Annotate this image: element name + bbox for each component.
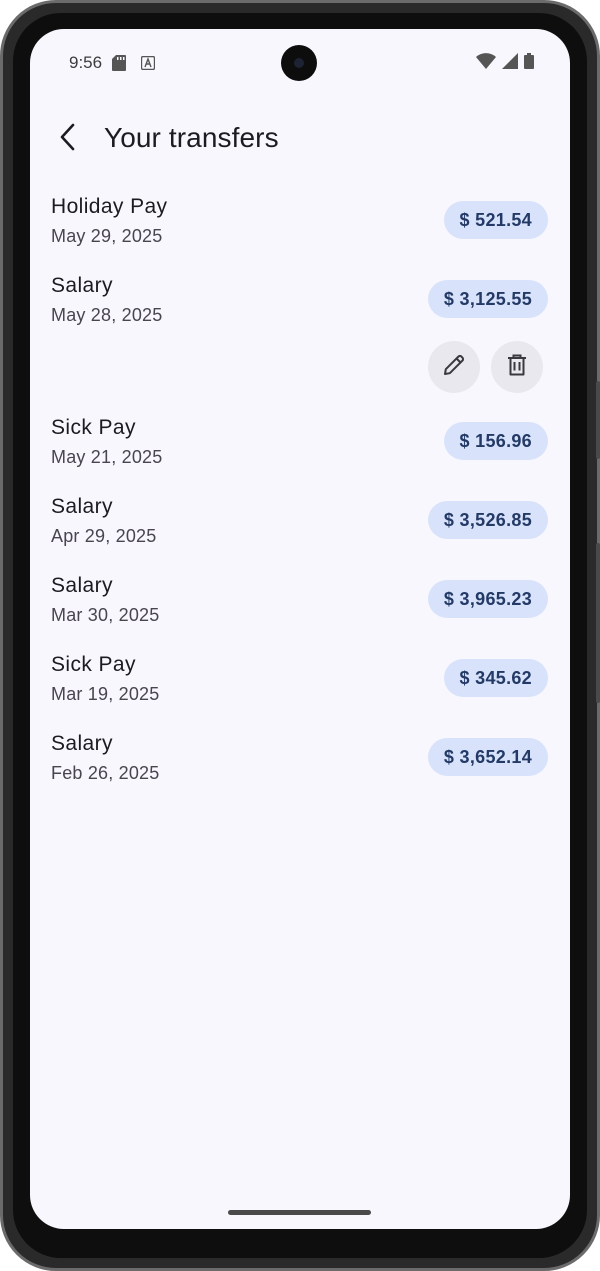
- transfer-amount-chip[interactable]: $ 3,125.55: [427, 280, 548, 318]
- pencil-icon: [441, 352, 467, 383]
- transfer-row[interactable]: Sick Pay May 21, 2025 $ 156.96: [30, 401, 570, 480]
- delete-button[interactable]: [491, 341, 543, 393]
- transfer-amount-chip[interactable]: $ 3,526.85: [427, 501, 548, 539]
- transfer-amount-chip[interactable]: $ 3,652.14: [427, 738, 548, 776]
- transfer-row[interactable]: Salary Feb 26, 2025 $ 3,652.14: [30, 717, 570, 796]
- signal-icon: [502, 52, 518, 74]
- wifi-icon: [476, 52, 496, 74]
- transfer-amount-chip[interactable]: $ 3,965.23: [427, 580, 548, 618]
- transfer-amount-chip[interactable]: $ 345.62: [443, 659, 548, 697]
- transfer-date: May 28, 2025: [51, 305, 163, 325]
- transfer-row[interactable]: Salary Mar 30, 2025 $ 3,965.23: [30, 559, 570, 638]
- transfer-date: May 21, 2025: [51, 447, 163, 467]
- front-camera: [281, 45, 317, 81]
- back-button[interactable]: [48, 115, 88, 163]
- transfer-title: Holiday Pay: [51, 195, 168, 218]
- status-time: 9:56: [69, 53, 103, 72]
- transfer-title: Sick Pay: [51, 653, 136, 676]
- trash-icon: [504, 352, 530, 383]
- status-icons: [476, 52, 534, 74]
- transfer-title: Salary: [51, 274, 113, 297]
- edit-button[interactable]: [428, 341, 480, 393]
- transfer-date: Mar 30, 2025: [51, 605, 160, 625]
- transfer-title: Sick Pay: [51, 416, 136, 439]
- page-title: Your transfers: [104, 122, 279, 153]
- sd-card-icon: [112, 55, 126, 71]
- transfer-date: Feb 26, 2025: [51, 763, 160, 783]
- transfer-list: Holiday Pay May 29, 2025 $ 521.54 Salary…: [30, 180, 570, 796]
- top-app-bar: Your transfers: [30, 107, 570, 171]
- transfer-date: Mar 19, 2025: [51, 684, 160, 704]
- transfer-amount-chip[interactable]: $ 156.96: [443, 422, 548, 460]
- transfer-date: Apr 29, 2025: [51, 526, 157, 546]
- home-indicator[interactable]: [228, 1210, 371, 1215]
- transfer-row[interactable]: Sick Pay Mar 19, 2025 $ 345.62: [30, 638, 570, 717]
- transfer-date: May 29, 2025: [51, 226, 163, 246]
- transfer-title: Salary: [51, 495, 113, 518]
- transfer-amount-chip[interactable]: $ 521.54: [443, 201, 548, 239]
- transfer-row[interactable]: Holiday Pay May 29, 2025 $ 521.54: [30, 180, 570, 259]
- transfer-title: Salary: [51, 732, 113, 755]
- app-screen: 9:56 Your transfers Holiday Pay May 29, …: [30, 29, 570, 1229]
- chevron-left-icon: [58, 123, 78, 156]
- battery-icon: [524, 52, 534, 74]
- keyboard-a-icon: [140, 55, 156, 71]
- status-bar: 9:56: [30, 29, 570, 95]
- power-button: [596, 543, 600, 703]
- volume-button: [596, 381, 600, 459]
- transfer-row[interactable]: Salary Apr 29, 2025 $ 3,526.85: [30, 480, 570, 559]
- transfer-row[interactable]: Salary May 28, 2025 $ 3,125.55: [30, 259, 570, 401]
- transfer-title: Salary: [51, 574, 113, 597]
